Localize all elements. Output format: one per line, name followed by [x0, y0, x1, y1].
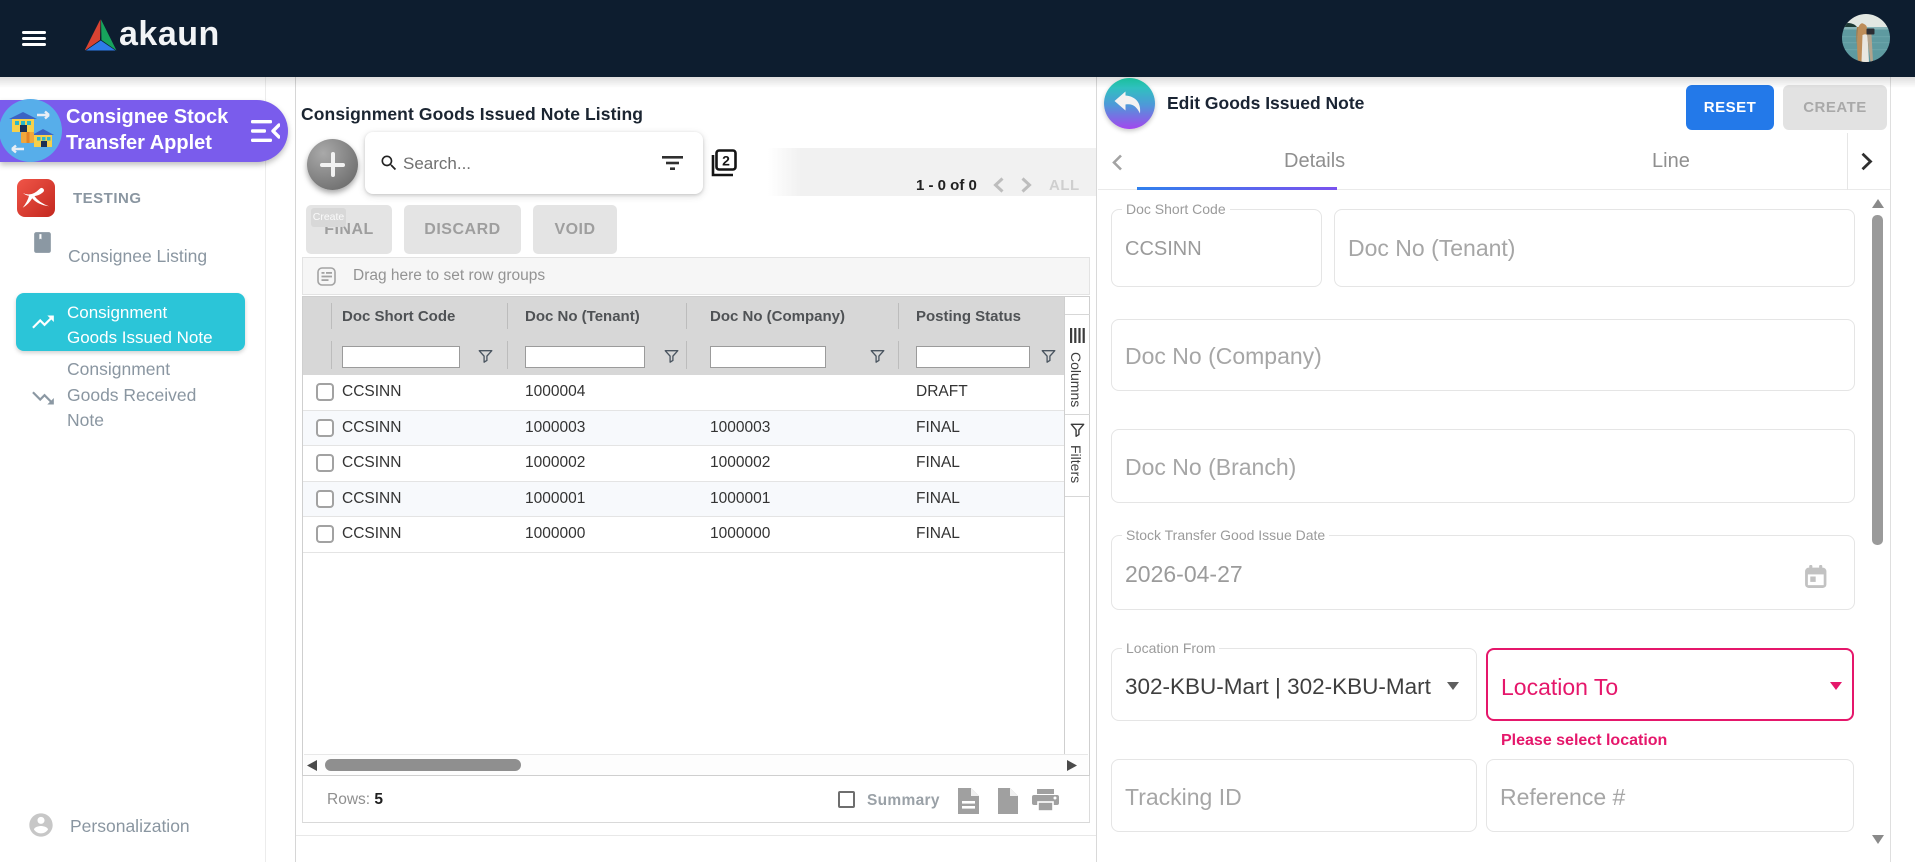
svg-text:2: 2	[722, 153, 730, 169]
